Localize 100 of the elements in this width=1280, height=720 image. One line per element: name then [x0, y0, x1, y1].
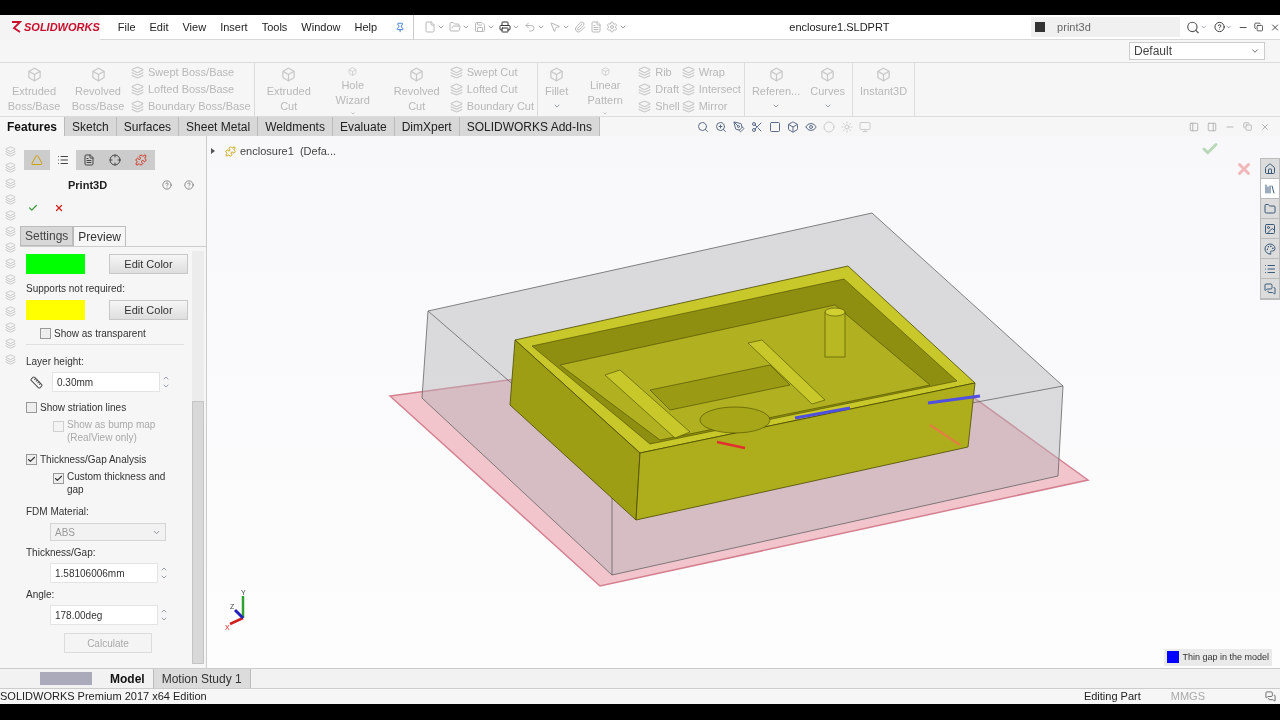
caret-icon[interactable] [1200, 23, 1208, 31]
value-field[interactable]: 178.00deg [50, 605, 158, 625]
zoom-icon[interactable] [715, 120, 728, 133]
home-icon[interactable] [1264, 162, 1276, 175]
ok-icon[interactable] [28, 203, 38, 213]
target-icon[interactable] [109, 154, 121, 166]
open-folder-icon[interactable] [449, 21, 462, 33]
pin-icon[interactable] [395, 21, 406, 33]
menu-item[interactable]: Tools [261, 18, 288, 36]
caret-icon[interactable] [437, 23, 446, 31]
toolbar-icon[interactable] [4, 258, 16, 269]
search-icon[interactable] [697, 120, 710, 133]
section-icon[interactable] [751, 120, 764, 133]
value-field[interactable]: 1.58106006mm [50, 563, 158, 583]
command-tab[interactable]: Evaluate [332, 117, 395, 136]
panel-left-icon[interactable] [1189, 121, 1199, 132]
toolbar-icon[interactable] [4, 146, 16, 157]
chat-icon[interactable] [1265, 691, 1276, 702]
feature-manager-icon[interactable] [31, 154, 43, 166]
undo-icon[interactable] [524, 21, 537, 33]
menu-item[interactable]: Edit [149, 18, 169, 36]
help-icon[interactable] [1213, 21, 1225, 33]
monitor-icon[interactable] [859, 120, 872, 133]
checkbox[interactable] [53, 473, 64, 484]
save-icon[interactable] [474, 21, 487, 33]
paperclip-icon[interactable] [574, 21, 587, 33]
caret-icon[interactable] [348, 111, 357, 116]
cube-icon[interactable] [787, 120, 800, 133]
caret-icon[interactable] [772, 102, 781, 110]
configuration-icon[interactable] [83, 154, 95, 166]
menu-item[interactable]: Insert [220, 18, 248, 36]
toolbar-icon[interactable] [4, 338, 16, 349]
list-icon[interactable] [1264, 262, 1276, 275]
caret-icon[interactable] [512, 23, 521, 31]
command-tab[interactable]: Sketch [65, 117, 117, 136]
expand-icon[interactable] [211, 148, 215, 155]
layer-height-field[interactable]: 0.30mm [52, 372, 160, 392]
caret-icon[interactable] [537, 23, 546, 31]
scrollbar[interactable] [192, 251, 204, 664]
checkbox[interactable] [26, 453, 37, 465]
panel-tab[interactable]: Preview [73, 226, 127, 246]
checkbox[interactable] [40, 328, 51, 339]
caret-icon[interactable] [562, 23, 571, 31]
command-tab[interactable]: Surfaces [116, 117, 180, 136]
view-orientation-icon[interactable] [769, 120, 782, 133]
caret-icon[interactable] [823, 102, 832, 110]
checkbox[interactable] [26, 401, 37, 413]
appearance-icon[interactable] [135, 154, 147, 166]
toolbar-icon[interactable] [4, 178, 16, 189]
document-tab[interactable]: Motion Study 1 [153, 669, 251, 688]
configuration-dropdown[interactable]: Default [1129, 42, 1265, 60]
close-icon[interactable] [1260, 121, 1270, 132]
panel-tab[interactable]: Settings [20, 226, 74, 246]
folder-icon[interactable] [1264, 202, 1276, 215]
command-tab[interactable]: Weldments [258, 117, 333, 136]
menu-item[interactable]: Help [354, 18, 378, 36]
toolbar-icon[interactable] [4, 290, 16, 301]
tree-item[interactable]: enclosure1 (Defa... [240, 143, 336, 160]
toolbar-icon[interactable] [4, 306, 16, 317]
toolbar-icon[interactable] [4, 194, 16, 205]
menu-item[interactable]: File [117, 18, 136, 36]
library-icon[interactable] [1264, 182, 1276, 195]
search-icon[interactable] [1186, 19, 1201, 35]
sphere-icon[interactable] [823, 120, 836, 133]
property-manager-icon[interactable] [57, 154, 69, 166]
caret-icon[interactable] [462, 23, 471, 31]
caret-icon[interactable] [487, 23, 496, 31]
chat-icon[interactable] [1264, 282, 1276, 295]
edit-color-button[interactable]: Edit Color [109, 300, 188, 320]
edit-color-button[interactable]: Edit Color [109, 254, 188, 274]
document-icon[interactable] [590, 21, 603, 33]
caret-icon[interactable] [1250, 46, 1260, 56]
pen-icon[interactable] [733, 120, 746, 133]
caret-icon[interactable] [601, 111, 610, 116]
cancel-icon[interactable] [54, 203, 64, 213]
restore-icon[interactable] [1254, 22, 1264, 32]
panel-right-icon[interactable] [1207, 121, 1217, 132]
menu-item[interactable]: Window [301, 18, 341, 36]
command-tab[interactable]: DimXpert [394, 117, 460, 136]
image-icon[interactable] [1264, 222, 1276, 235]
caret-icon[interactable] [552, 102, 561, 110]
palette-icon[interactable] [1264, 242, 1276, 255]
toolbar-icon[interactable] [4, 162, 16, 173]
command-tab[interactable]: Sheet Metal [179, 117, 259, 136]
new-document-icon[interactable] [424, 21, 437, 33]
toolbar-icon[interactable] [4, 354, 16, 365]
command-tab[interactable]: SOLIDWORKS Add-Ins [459, 117, 601, 136]
settings-icon[interactable] [606, 21, 619, 33]
toolbar-icon[interactable] [4, 274, 16, 285]
caret-icon[interactable] [619, 23, 628, 31]
scene-icon[interactable] [841, 120, 854, 133]
close-icon[interactable] [1269, 21, 1280, 33]
toolbar-icon[interactable] [4, 210, 16, 221]
toolbar-icon[interactable] [4, 322, 16, 333]
toolbar-icon[interactable] [4, 242, 16, 253]
eye-icon[interactable] [805, 120, 818, 133]
printer-icon[interactable] [499, 21, 512, 33]
pointer-icon[interactable] [549, 21, 562, 33]
search-field[interactable]: print3d [1031, 17, 1181, 37]
menu-item[interactable]: View [182, 18, 207, 36]
